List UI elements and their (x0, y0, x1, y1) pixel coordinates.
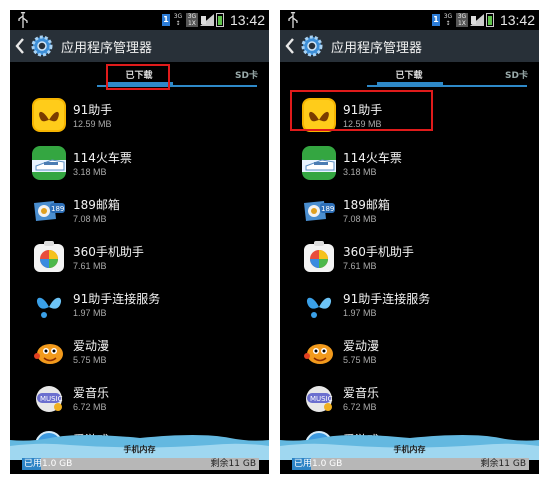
91-connect-icon (36, 297, 62, 318)
svg-text:189: 189 (321, 205, 334, 213)
status-bar: 1 3G ↕ 3G 1X 13:42 (10, 10, 269, 30)
app-name: 爱动漫 (343, 339, 380, 353)
page-title: 应用程序管理器 (331, 41, 423, 56)
mail-189-icon: 189 (304, 201, 335, 221)
app-name: 114火车票 (73, 151, 132, 165)
settings-gear-icon (31, 35, 53, 57)
app-size: 1.97 MB (343, 308, 377, 318)
title-bar: 应用程序管理器 (10, 30, 269, 62)
anime-icon (304, 344, 333, 364)
signal-icon (199, 14, 214, 26)
storage-free-text: 剩余11 GB (480, 459, 526, 469)
storage-panel: 手机内存 已用1.0 GB 剩余11 GB (10, 432, 269, 474)
list-item[interactable]: MUSIC 爱音乐 6.72 MB (10, 377, 269, 424)
clock: 13:42 (229, 12, 265, 28)
page-title: 应用程序管理器 (61, 41, 153, 56)
storage-usage-bar: 已用1.0 GB 剩余11 GB (22, 458, 259, 470)
network-3g-icon: 3G ↕ (443, 13, 453, 27)
phone-screenshot-left: 1 3G ↕ 3G 1X 13:42 应用程序管理器 已下载 SD卡 91助手 12… (10, 10, 269, 474)
anime-icon (34, 344, 63, 364)
app-name: 189邮箱 (73, 198, 120, 212)
app-size: 3.18 MB (343, 167, 377, 177)
app-size: 7.61 MB (73, 261, 107, 271)
app-size: 7.08 MB (343, 214, 377, 224)
app-size: 7.08 MB (73, 214, 107, 224)
mail-189-icon: 189 (34, 201, 65, 221)
settings-gear-icon (301, 35, 323, 57)
music-icon: MUSIC (306, 386, 333, 412)
list-item[interactable]: 189 189邮箱 7.08 MB (10, 189, 269, 236)
list-item[interactable]: 360手机助手 7.61 MB (10, 236, 269, 283)
tab-active-indicator (377, 82, 443, 86)
app-size: 12.59 MB (73, 119, 112, 129)
storage-used-text: 已用1.0 GB (294, 459, 343, 469)
storage-label: 手机内存 (393, 445, 426, 454)
app-name: 360手机助手 (73, 245, 144, 259)
91-connect-icon (306, 297, 332, 318)
battery-icon (485, 13, 494, 27)
app-name: 爱音乐 (343, 386, 380, 400)
list-item[interactable]: 91助手 12.59 MB (10, 94, 269, 141)
train-ticket-icon (302, 146, 336, 180)
app-size: 7.61 MB (343, 261, 377, 271)
app-name: 爱动漫 (73, 339, 110, 353)
list-item[interactable]: 91助手连接服务 1.97 MB (10, 283, 269, 330)
list-item[interactable]: 爱动漫 5.75 MB (280, 330, 539, 377)
tab-sd-card[interactable]: SD卡 (235, 68, 258, 81)
storage-panel: 手机内存 已用1.0 GB 剩余11 GB (280, 432, 539, 474)
app-name: 91助手 (73, 103, 113, 117)
tab-bar: 已下载 SD卡 (280, 62, 539, 90)
battery-icon (215, 13, 224, 27)
app-name: 189邮箱 (343, 198, 390, 212)
back-arrow-icon[interactable] (285, 37, 295, 55)
360-assistant-icon (304, 241, 334, 272)
app-size: 5.75 MB (343, 355, 377, 365)
highlight-box-tab (106, 64, 170, 90)
storage-used-text: 已用1.0 GB (24, 459, 73, 469)
tab-sd-card[interactable]: SD卡 (505, 68, 528, 81)
list-item[interactable]: 91助手连接服务 1.97 MB (280, 283, 539, 330)
storage-label: 手机内存 (123, 445, 156, 454)
app-name: 91助手连接服务 (73, 292, 161, 306)
sim-icon: 1 (161, 14, 170, 26)
usb-icon (288, 12, 298, 28)
phone-screenshot-right: 1 3G ↕ 3G 1X 13:42 应用程序管理器 已下载 SD卡 91助手 12… (280, 10, 539, 474)
svg-text:189: 189 (51, 205, 64, 213)
network-3g-icon: 3G ↕ (173, 13, 183, 27)
app-name: 91助手连接服务 (343, 292, 431, 306)
app-size: 5.75 MB (73, 355, 107, 365)
status-bar: 1 3G ↕ 3G 1X 13:42 (280, 10, 539, 30)
app-size: 6.72 MB (343, 402, 377, 412)
list-item[interactable]: MUSIC 爱音乐 6.72 MB (280, 377, 539, 424)
title-bar: 应用程序管理器 (280, 30, 539, 62)
usb-icon (18, 12, 28, 28)
list-item[interactable]: 114火车票 3.18 MB (280, 142, 539, 189)
back-arrow-icon[interactable] (15, 37, 25, 55)
signal-icon (469, 14, 484, 26)
svg-text:MUSIC: MUSIC (310, 395, 333, 403)
91-assistant-icon (32, 98, 66, 132)
list-item[interactable]: 360手机助手 7.61 MB (280, 236, 539, 283)
app-name: 114火车票 (343, 151, 402, 165)
app-name: 360手机助手 (343, 245, 414, 259)
svg-text:MUSIC: MUSIC (40, 395, 63, 403)
sim-icon: 1 (431, 14, 440, 26)
app-size: 3.18 MB (73, 167, 107, 177)
app-size: 6.72 MB (73, 402, 107, 412)
list-item[interactable]: 爱动漫 5.75 MB (10, 330, 269, 377)
storage-free-text: 剩余11 GB (210, 459, 256, 469)
train-ticket-icon (32, 146, 66, 180)
highlight-box-app (290, 90, 433, 131)
app-size: 1.97 MB (73, 308, 107, 318)
tab-downloaded[interactable]: 已下载 (379, 68, 439, 81)
list-item[interactable]: 114火车票 3.18 MB (10, 142, 269, 189)
music-icon: MUSIC (36, 386, 63, 412)
network-1x-icon: 3G 1X (455, 13, 468, 27)
app-name: 爱音乐 (73, 386, 110, 400)
list-item[interactable]: 189 189邮箱 7.08 MB (280, 189, 539, 236)
storage-usage-bar: 已用1.0 GB 剩余11 GB (292, 458, 529, 470)
clock: 13:42 (499, 12, 535, 28)
network-1x-icon: 3G 1X (185, 13, 198, 27)
360-assistant-icon (34, 241, 64, 272)
